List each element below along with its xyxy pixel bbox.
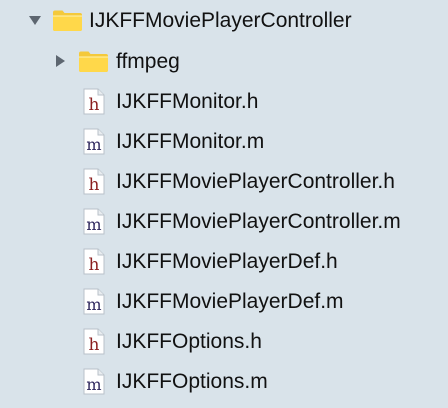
file-name: IJKFFMoviePlayerController.h: [116, 169, 395, 193]
disclosure-collapsed-icon[interactable]: [52, 53, 68, 69]
file-name: IJKFFMoviePlayerController.m: [116, 209, 401, 233]
folder-name: ffmpeg: [116, 49, 180, 73]
objc-file-icon: m: [83, 128, 105, 155]
file-navigator: IJKFFMoviePlayerController ffmpeg h IJKF…: [0, 0, 448, 408]
tree-row-file[interactable]: m IJKFFOptions.m: [0, 361, 448, 401]
header-file-icon: h: [83, 168, 105, 195]
file-name: IJKFFOptions.m: [116, 369, 268, 393]
folder-name: IJKFFMoviePlayerController: [89, 8, 352, 32]
file-name: IJKFFMonitor.m: [116, 129, 265, 153]
folder-icon: [78, 49, 109, 73]
disclosure-expanded-icon[interactable]: [27, 12, 43, 28]
svg-text:h: h: [89, 175, 100, 195]
svg-text:m: m: [86, 215, 101, 234]
header-file-icon: h: [83, 88, 105, 115]
svg-text:h: h: [89, 95, 100, 115]
tree-row-ffmpeg-folder[interactable]: ffmpeg: [0, 41, 448, 81]
tree-row-file[interactable]: h IJKFFOptions.h: [0, 321, 448, 361]
tree-row-file[interactable]: m IJKFFMoviePlayerDef.m: [0, 281, 448, 321]
tree-row-file[interactable]: h IJKFFMoviePlayerDef.h: [0, 241, 448, 281]
objc-file-icon: m: [83, 288, 105, 315]
tree-row-root-folder[interactable]: IJKFFMoviePlayerController: [0, 0, 448, 40]
tree-row-file[interactable]: h IJKFFMoviePlayerController.h: [0, 161, 448, 201]
objc-file-icon: m: [83, 208, 105, 235]
header-file-icon: h: [83, 328, 105, 355]
objc-file-icon: m: [83, 368, 105, 395]
file-name: IJKFFOptions.h: [116, 329, 262, 353]
svg-text:m: m: [86, 295, 101, 314]
tree-row-file[interactable]: h IJKFFMonitor.h: [0, 81, 448, 121]
svg-text:m: m: [86, 135, 101, 154]
tree-row-file[interactable]: m IJKFFMonitor.m: [0, 121, 448, 161]
header-file-icon: h: [83, 248, 105, 275]
file-name: IJKFFMoviePlayerDef.h: [116, 249, 338, 273]
file-name: IJKFFMoviePlayerDef.m: [116, 289, 344, 313]
folder-icon: [52, 8, 83, 32]
svg-text:h: h: [89, 335, 100, 355]
tree-row-file[interactable]: m IJKFFMoviePlayerController.m: [0, 201, 448, 241]
file-name: IJKFFMonitor.h: [116, 89, 259, 113]
svg-text:h: h: [89, 255, 100, 275]
svg-text:m: m: [86, 375, 101, 394]
